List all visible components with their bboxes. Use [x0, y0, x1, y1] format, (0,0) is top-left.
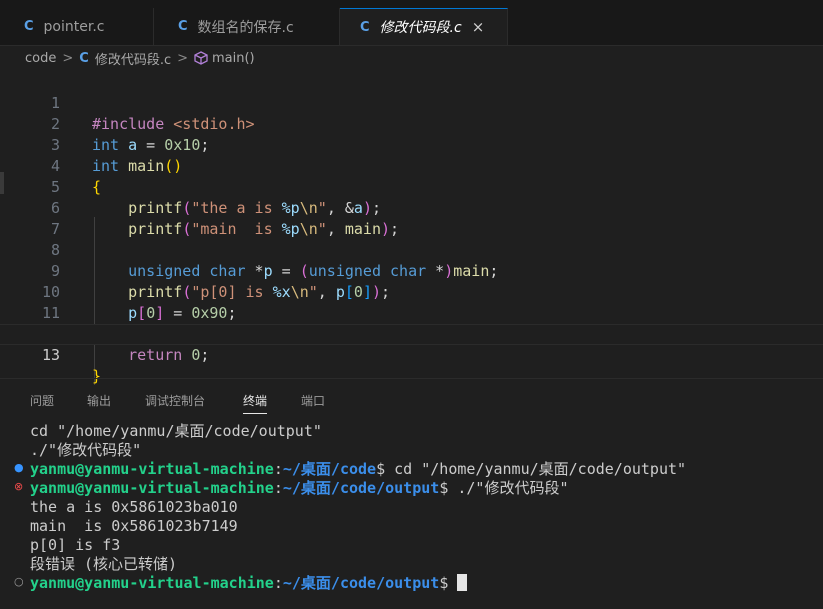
code-line-current: 13 }	[0, 324, 823, 385]
prompt-command: $ ./"修改代码段"	[439, 479, 569, 497]
panel-divider[interactable]	[0, 378, 823, 379]
terminal-prompt: yanmu@yanmu-virtual-machine:~/桌面/code/ou…	[30, 574, 468, 593]
panel-tab-bar: 问题 输出 调试控制台 终端 端口	[0, 388, 823, 414]
tab-array-name[interactable]: C 数组名的保存.c	[154, 8, 340, 45]
code-line: 11 printf("+++++++++p[0] is %x\n", p[0])…	[0, 282, 823, 343]
c-file-icon: C	[79, 50, 89, 66]
close-icon[interactable]: ×	[472, 18, 485, 36]
title-strip	[0, 0, 823, 8]
terminal-output: 段错误 (核心已转储)	[30, 555, 178, 573]
prompt-user: yanmu@yanmu-virtual-machine	[30, 479, 274, 497]
tab-label: 数组名的保存.c	[197, 19, 294, 36]
prompt-path: ~/桌面/code/output	[282, 574, 440, 592]
code-line: 5 printf("the a is %p\n", &a);	[0, 156, 823, 217]
code-line: 8 unsigned char *p = (unsigned char *)ma…	[0, 219, 823, 280]
breadcrumb-folder[interactable]: code	[25, 51, 56, 66]
code-line: 7	[0, 198, 823, 238]
prompt-user: yanmu@yanmu-virtual-machine	[30, 460, 274, 478]
c-file-icon: C	[178, 19, 188, 34]
idle-circle-icon[interactable]: ○	[14, 575, 24, 588]
code-line: 12 return 0;	[0, 303, 823, 364]
terminal-prompt: yanmu@yanmu-virtual-machine:~/桌面/code$ c…	[30, 460, 686, 479]
code-line: 4 {	[0, 135, 823, 196]
tab-label: 修改代码段.c	[379, 20, 462, 36]
prompt-command: $	[439, 574, 458, 592]
code-line: 2 int a = 0x10;	[0, 93, 823, 154]
terminal-line: ./"修改代码段"	[30, 441, 142, 459]
prompt-path: ~/桌面/code	[282, 460, 377, 478]
chevron-right-icon: >	[177, 50, 188, 66]
c-file-icon: C	[24, 19, 34, 34]
prompt-colon: :	[273, 574, 283, 592]
breadcrumb: code > C 修改代码段.c > main()	[0, 46, 823, 70]
code-text: }	[92, 367, 102, 385]
tab-debug-console[interactable]: 调试控制台	[145, 392, 205, 409]
prompt-path: ~/桌面/code/output	[282, 479, 440, 497]
terminal-output: p[0] is f3	[30, 536, 121, 554]
code-line: 1 #include <stdio.h>	[0, 72, 823, 133]
prompt-command: $ cd "/home/yanmu/桌面/code/output"	[376, 460, 687, 478]
method-cube-icon	[194, 51, 208, 65]
chevron-right-icon: >	[62, 50, 74, 66]
prompt-colon: :	[273, 479, 283, 497]
code-line: 6 printf("main is %p\n", main);	[0, 177, 823, 238]
code-editor[interactable]: 1 #include <stdio.h> 2 int a = 0x10; 3 i…	[0, 70, 823, 385]
breadcrumb-file[interactable]: 修改代码段.c	[95, 49, 171, 68]
success-dot-icon[interactable]: ●	[14, 461, 24, 474]
prompt-colon: :	[273, 460, 283, 478]
c-file-icon: C	[360, 19, 370, 35]
breadcrumb-symbol[interactable]: main()	[212, 51, 255, 66]
tab-label: pointer.c	[43, 18, 105, 35]
terminal[interactable]: cd "/home/yanmu/桌面/code/output" ./"修改代码段…	[0, 422, 823, 609]
tab-modify-code-segment[interactable]: C 修改代码段.c ×	[340, 8, 508, 45]
editor-tab-bar: C pointer.c C 数组名的保存.c C 修改代码段.c ×	[0, 8, 823, 46]
line-number: 13	[41, 346, 60, 364]
code-line: 3 int main()	[0, 114, 823, 175]
terminal-prompt: yanmu@yanmu-virtual-machine:~/桌面/code/ou…	[30, 479, 569, 498]
tab-pointer-c[interactable]: C pointer.c	[0, 8, 154, 45]
tab-output[interactable]: 输出	[87, 392, 111, 409]
code-text: return 0;	[128, 346, 210, 364]
tab-terminal[interactable]: 终端	[243, 392, 268, 414]
prompt-user: yanmu@yanmu-virtual-machine	[30, 574, 274, 592]
terminal-output: main is 0x5861023b7149	[30, 517, 238, 535]
code-line: 10 p[0] = 0x90;	[0, 261, 823, 322]
terminal-line: cd "/home/yanmu/桌面/code/output"	[30, 422, 322, 440]
code-line: 9 printf("p[0] is %x\n", p[0]);	[0, 240, 823, 301]
terminal-output: the a is 0x5861023ba010	[30, 498, 238, 516]
terminal-cursor	[457, 574, 468, 591]
error-circle-icon[interactable]: ⊗	[14, 480, 23, 493]
tab-problems[interactable]: 问题	[30, 392, 54, 409]
tab-ports[interactable]: 端口	[301, 392, 325, 409]
